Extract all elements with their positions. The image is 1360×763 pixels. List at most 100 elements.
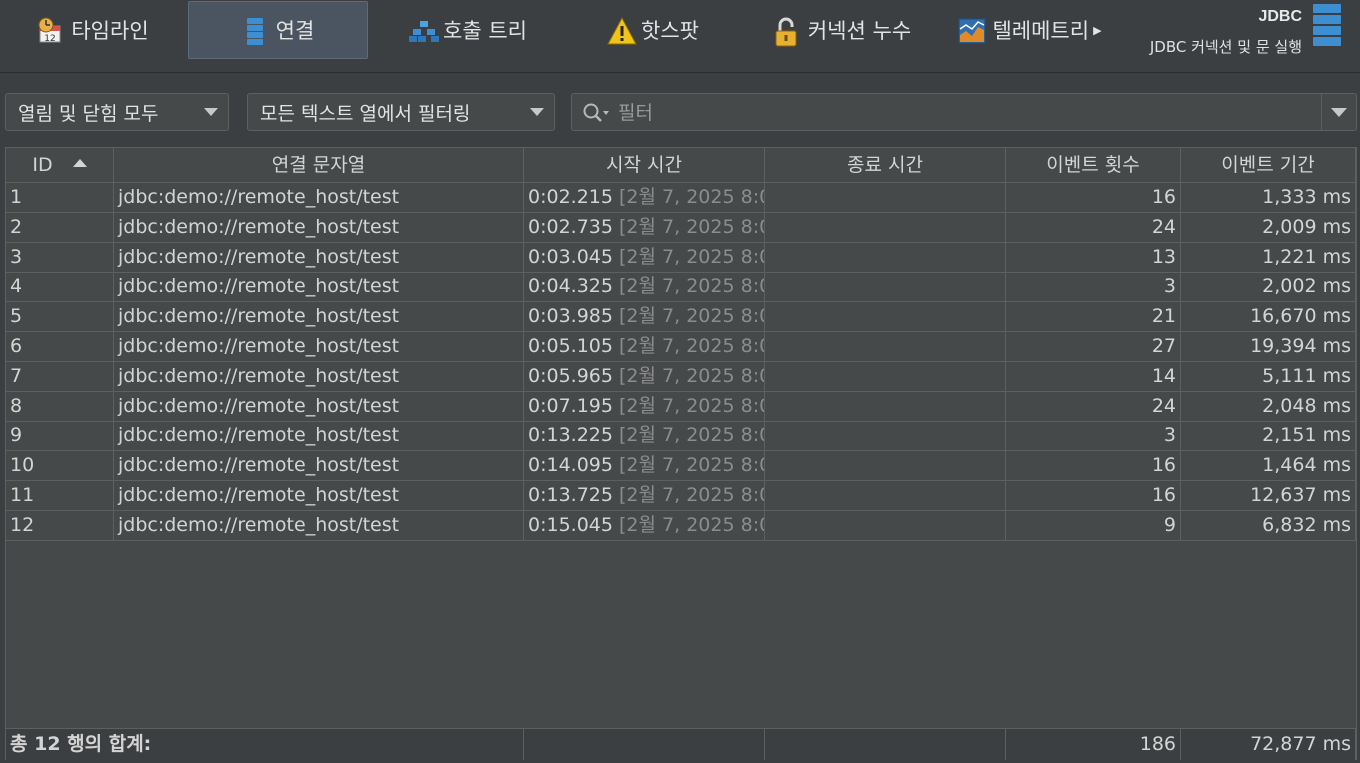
column-header-event-count[interactable]: 이벤트 횟수: [1006, 148, 1181, 183]
cell-connection-string: jdbc:demo://remote_host/test: [114, 510, 524, 541]
cell-id: 11: [6, 481, 114, 511]
cell-connection-string: jdbc:demo://remote_host/test: [114, 361, 524, 392]
table-row[interactable]: 3 jdbc:demo://remote_host/test 0:03.045 [2…: [6, 242, 1356, 273]
table-row[interactable]: 11 jdbc:demo://remote_host/test 0:13.725 […: [6, 481, 1356, 511]
table-header: ID 연결 문자열 시작 시간 종료 시간 이벤트 횟수 이벤트 기간: [6, 148, 1356, 183]
table-row[interactable]: 1 jdbc:demo://remote_host/test 0:02.215 [2…: [6, 183, 1356, 213]
tab-label: 텔레메트리: [992, 19, 1090, 43]
state-filter-value: 열림 및 닫힘 모두: [18, 102, 159, 125]
tab-telemetry[interactable]: 텔레메트리 ▶: [955, 1, 1105, 59]
cell-event-count: 3: [1006, 421, 1181, 452]
cell-event-duration: 12,637 ms: [1181, 481, 1356, 511]
cell-id: 6: [6, 332, 114, 362]
cell-connection-string: jdbc:demo://remote_host/test: [114, 302, 524, 333]
cell-connection-string: jdbc:demo://remote_host/test: [114, 391, 524, 422]
start-offset: 0:13.725: [528, 484, 613, 506]
cell-event-duration: 19,394 ms: [1181, 332, 1356, 362]
totals-event-count: 186: [1006, 729, 1181, 760]
start-offset: 0:03.985: [528, 305, 613, 328]
cell-event-count: 21: [1006, 302, 1181, 333]
cell-id: 8: [6, 391, 114, 422]
chevron-down-icon: [530, 108, 544, 116]
cell-id: 12: [6, 510, 114, 541]
cell-event-count: 9: [1006, 510, 1181, 541]
view-tab-bar: 12 타임라인 연결 호출 트리 핫스팟 커넥션 누수 텔레메트리 ▶ JDBC…: [0, 0, 1360, 73]
cell-start-time: 0:03.985 [2월 7, 2025 8:0..: [524, 302, 765, 333]
tab-connection-leaks[interactable]: 커넥션 누수: [765, 1, 920, 59]
search-icon[interactable]: [582, 102, 612, 124]
tab-label: 커넥션 누수: [807, 19, 912, 43]
cell-start-time: 0:04.325 [2월 7, 2025 8:0..: [524, 272, 765, 303]
cell-end-time: [765, 183, 1006, 213]
start-offset: 0:15.045: [528, 513, 613, 536]
cell-event-count: 16: [1006, 183, 1181, 213]
start-date: [2월 7, 2025 8:0..: [619, 245, 764, 268]
cell-start-time: 0:03.045 [2월 7, 2025 8:0..: [524, 242, 765, 273]
start-offset: 0:05.965: [528, 364, 613, 387]
filter-divider: [1321, 94, 1322, 130]
cell-event-count: 3: [1006, 272, 1181, 303]
start-date: [2월 7, 2025 8:0..: [619, 335, 764, 357]
column-header-end-time[interactable]: 종료 시간: [765, 148, 1006, 183]
cell-event-count: 13: [1006, 242, 1181, 273]
cell-end-time: [765, 212, 1006, 243]
tab-timeline[interactable]: 12 타임라인: [28, 1, 158, 59]
start-offset: 0:14.095: [528, 454, 613, 477]
call-tree-icon: [409, 17, 440, 43]
table-footer-totals: 총 12 행의 합계: 186 72,877 ms: [6, 728, 1356, 760]
cell-event-duration: 1,464 ms: [1181, 451, 1356, 482]
table-row[interactable]: 12 jdbc:demo://remote_host/test 0:15.045 […: [6, 510, 1356, 541]
table-row[interactable]: 9 jdbc:demo://remote_host/test 0:13.225 [2…: [6, 421, 1356, 452]
cell-end-time: [765, 510, 1006, 541]
table-row[interactable]: 6 jdbc:demo://remote_host/test 0:05.105 [2…: [6, 332, 1356, 362]
filter-history-chevron-icon[interactable]: [1331, 108, 1347, 117]
cell-connection-string: jdbc:demo://remote_host/test: [114, 242, 524, 273]
column-header-connection-string[interactable]: 연결 문자열: [114, 148, 524, 183]
column-header-id[interactable]: ID: [6, 148, 114, 183]
state-filter-select[interactable]: 열림 및 닫힘 모두: [5, 93, 229, 131]
start-date: [2월 7, 2025 8:0..: [619, 484, 764, 506]
section-title: JDBC: [1258, 8, 1302, 25]
cell-end-time: [765, 421, 1006, 452]
cell-event-count: 24: [1006, 212, 1181, 243]
tab-label: 호출 트리: [443, 19, 527, 43]
filter-input[interactable]: [616, 98, 1320, 128]
start-date: [2월 7, 2025 8:0..: [619, 186, 764, 208]
tab-call-tree[interactable]: 호출 트리: [398, 1, 538, 59]
tab-hotspots[interactable]: 핫스팟: [595, 1, 711, 59]
column-header-start-time[interactable]: 시작 시간: [524, 148, 765, 183]
table-row[interactable]: 7 jdbc:demo://remote_host/test 0:05.965 [2…: [6, 361, 1356, 392]
column-header-event-duration[interactable]: 이벤트 기간: [1181, 148, 1356, 183]
cell-start-time: 0:02.215 [2월 7, 2025 8:0..: [524, 183, 765, 213]
cell-id: 5: [6, 302, 114, 333]
cell-id: 4: [6, 272, 114, 303]
more-tabs-arrow-icon[interactable]: ▶: [1093, 24, 1101, 37]
cell-event-count: 24: [1006, 391, 1181, 422]
table-row[interactable]: 4 jdbc:demo://remote_host/test 0:04.325 [2…: [6, 272, 1356, 303]
cell-connection-string: jdbc:demo://remote_host/test: [114, 481, 524, 511]
cell-event-count: 16: [1006, 481, 1181, 511]
telemetry-chart-icon: [958, 17, 986, 44]
cell-end-time: [765, 332, 1006, 362]
svg-text:12: 12: [45, 34, 56, 43]
table-row[interactable]: 10 jdbc:demo://remote_host/test 0:14.095 […: [6, 451, 1356, 482]
column-filter-select[interactable]: 모든 텍스트 열에서 필터링: [247, 93, 555, 131]
tab-label: 타임라인: [71, 19, 149, 43]
tab-label: 핫스팟: [641, 19, 699, 43]
start-date: [2월 7, 2025 8:0..: [619, 364, 764, 387]
table-row[interactable]: 2 jdbc:demo://remote_host/test 0:02.735 [2…: [6, 212, 1356, 243]
cell-connection-string: jdbc:demo://remote_host/test: [114, 183, 524, 213]
cell-id: 3: [6, 242, 114, 273]
sort-ascending-icon: [72, 159, 87, 167]
start-offset: 0:02.215: [528, 186, 613, 208]
cell-event-duration: 16,670 ms: [1181, 302, 1356, 333]
tab-connections[interactable]: 연결: [188, 1, 368, 59]
warning-icon: [607, 16, 637, 45]
table-row[interactable]: 5 jdbc:demo://remote_host/test 0:03.985 [2…: [6, 302, 1356, 333]
table-row[interactable]: 8 jdbc:demo://remote_host/test 0:07.195 [2…: [6, 391, 1356, 422]
cell-event-count: 14: [1006, 361, 1181, 392]
start-date: [2월 7, 2025 8:0..: [619, 305, 764, 328]
cell-start-time: 0:13.225 [2월 7, 2025 8:0..: [524, 421, 765, 452]
cell-event-duration: 1,333 ms: [1181, 183, 1356, 213]
start-offset: 0:04.325: [528, 275, 613, 298]
